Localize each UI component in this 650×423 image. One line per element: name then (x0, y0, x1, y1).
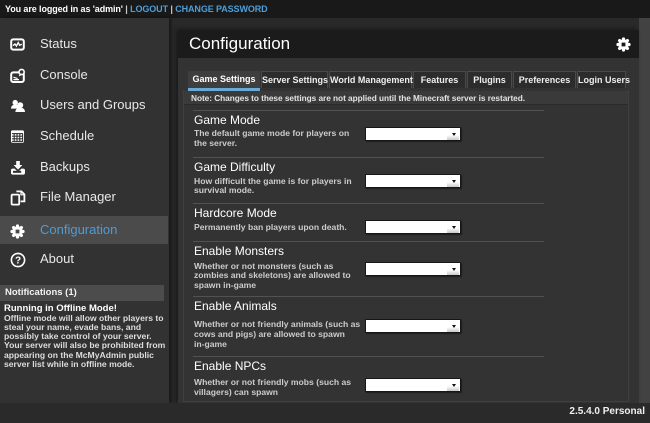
svg-text:?: ? (15, 255, 21, 266)
